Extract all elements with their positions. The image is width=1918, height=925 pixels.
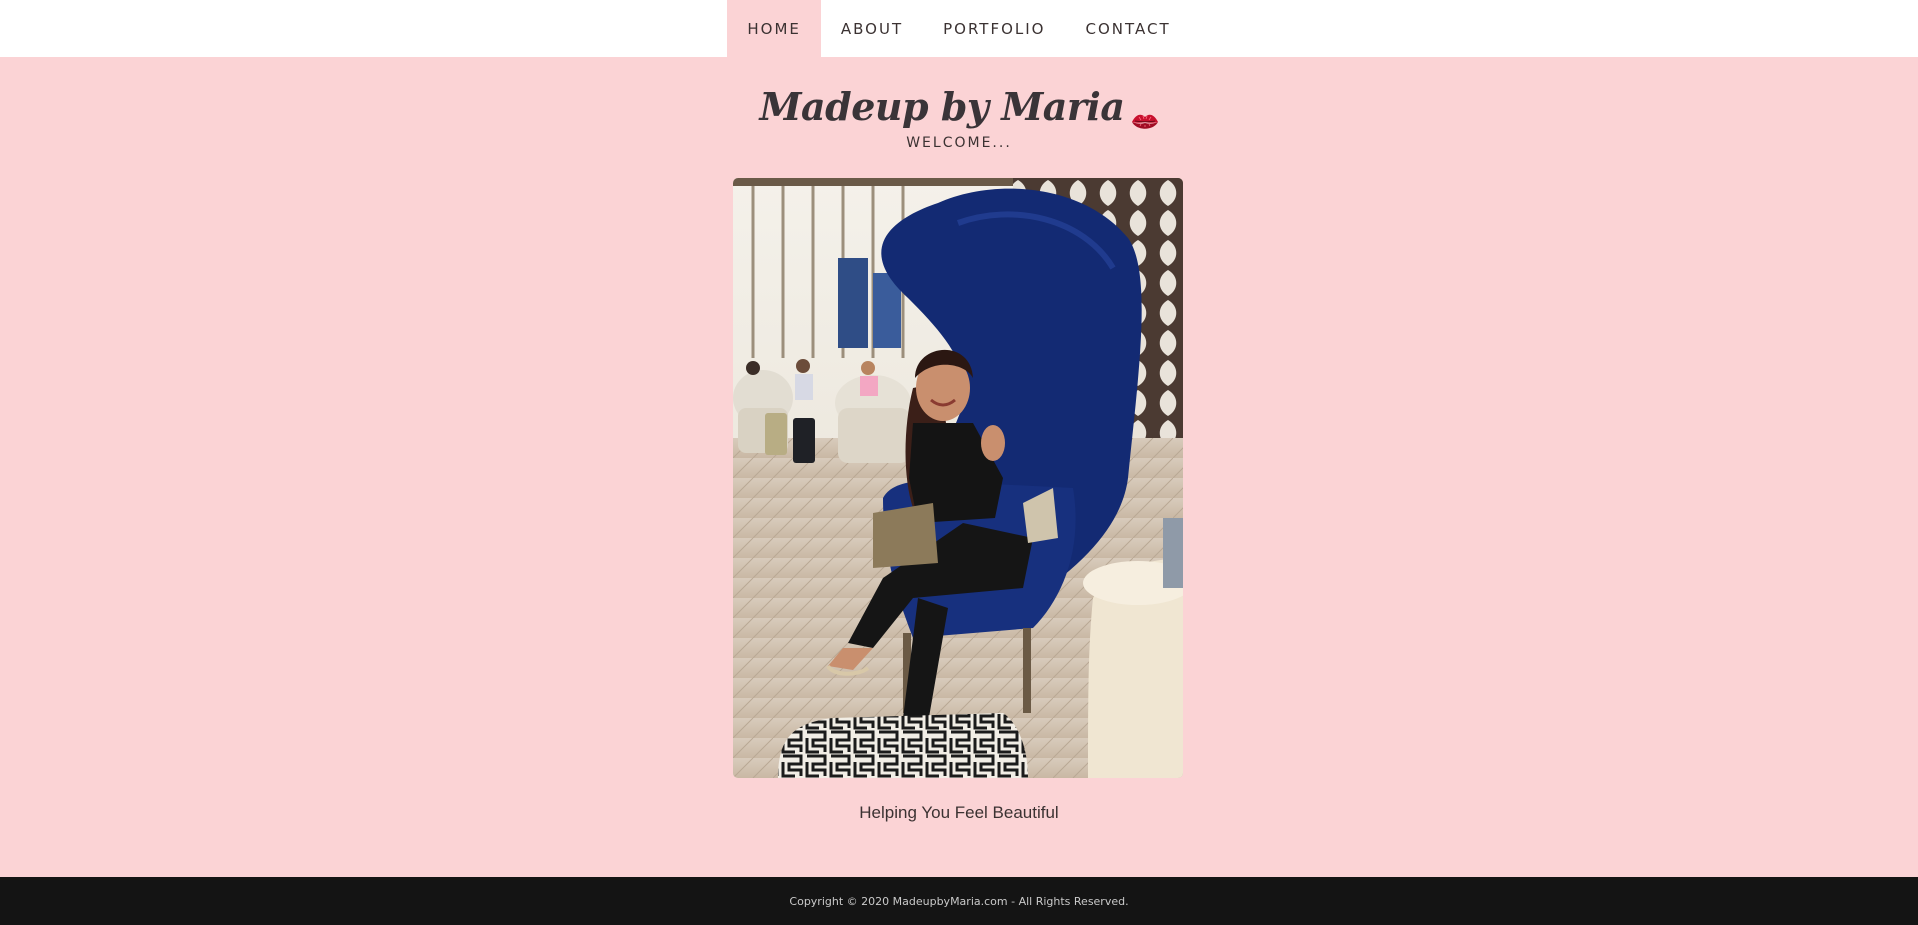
hero-caption: Helping You Feel Beautiful (859, 803, 1059, 822)
nav-menu: HOME ABOUT PORTFOLIO CONTACT (727, 0, 1190, 57)
site-title-text: Madeup by Maria (759, 84, 1125, 129)
nav-item-portfolio[interactable]: PORTFOLIO (923, 0, 1065, 57)
portrait-photo (733, 178, 1183, 778)
site-footer: Copyright © 2020 MadeupbyMaria.com - All… (0, 877, 1918, 925)
nav-item-home[interactable]: HOME (727, 0, 821, 57)
hero-section: Madeup by Maria WELCOME... Helping You F… (0, 57, 1918, 877)
copyright-text: Copyright © 2020 MadeupbyMaria.com - All… (789, 894, 1129, 908)
welcome-subtitle: WELCOME... (906, 135, 1012, 151)
site-title: Madeup by Maria (0, 84, 1918, 129)
top-navbar: HOME ABOUT PORTFOLIO CONTACT (0, 0, 1918, 57)
kiss-lips-icon (1131, 97, 1159, 129)
nav-item-about[interactable]: ABOUT (821, 0, 923, 57)
nav-item-contact[interactable]: CONTACT (1066, 0, 1191, 57)
